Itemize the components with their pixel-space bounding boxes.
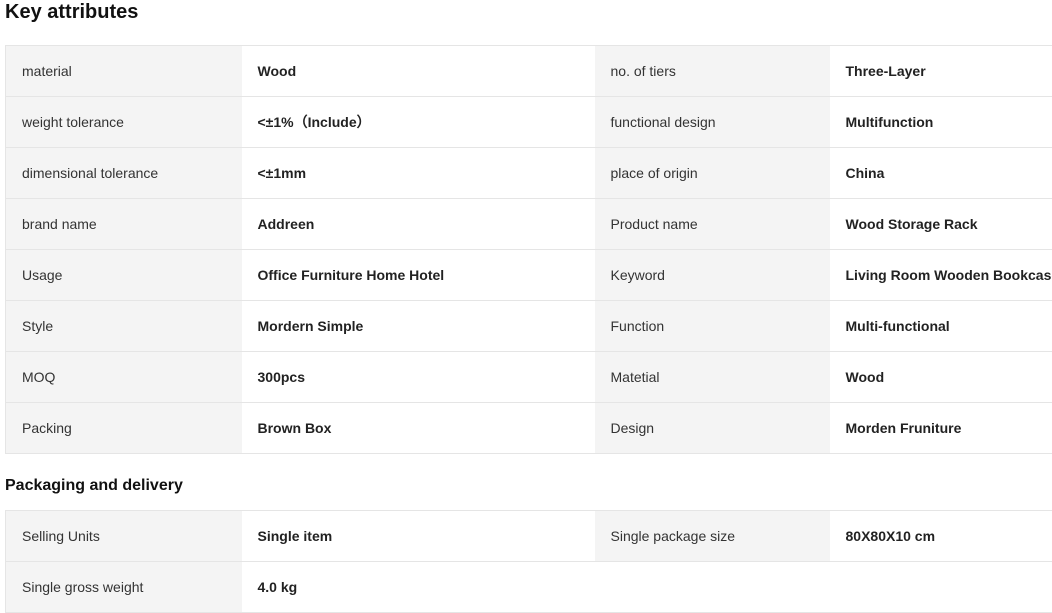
attribute-value: Wood (242, 46, 595, 97)
table-row: Style Mordern Simple Function Multi-func… (6, 301, 1052, 352)
attribute-label: Product name (595, 199, 830, 250)
table-row: Usage Office Furniture Home Hotel Keywor… (6, 250, 1052, 301)
attribute-value: Office Furniture Home Hotel (242, 250, 595, 301)
table-row: weight tolerance <±1%（Include） functiona… (6, 97, 1052, 148)
attribute-label: Design (595, 403, 830, 454)
table-row: Packing Brown Box Design Morden Frunitur… (6, 403, 1052, 454)
table-row: brand name Addreen Product name Wood Sto… (6, 199, 1052, 250)
attribute-label: Selling Units (6, 511, 242, 562)
attribute-label: no. of tiers (595, 46, 830, 97)
attribute-label: Style (6, 301, 242, 352)
attribute-value: <±1mm (242, 148, 595, 199)
attribute-value: China (830, 148, 1052, 199)
attribute-label: material (6, 46, 242, 97)
key-attributes-table: material Wood no. of tiers Three-Layer w… (5, 45, 1052, 454)
attribute-label: functional design (595, 97, 830, 148)
attribute-value: 4.0 kg (242, 562, 595, 613)
attribute-label: place of origin (595, 148, 830, 199)
attribute-label: Matetial (595, 352, 830, 403)
attribute-label: Usage (6, 250, 242, 301)
key-attributes-title: Key attributes (5, 0, 138, 24)
attribute-value: Living Room Wooden Bookcase (830, 250, 1052, 301)
attribute-value: Wood Storage Rack (830, 199, 1052, 250)
attribute-value: Multi-functional (830, 301, 1052, 352)
attribute-label: weight tolerance (6, 97, 242, 148)
attribute-label: Keyword (595, 250, 830, 301)
attribute-label: MOQ (6, 352, 242, 403)
attribute-label: brand name (6, 199, 242, 250)
attribute-value: 80X80X10 cm (830, 511, 1052, 562)
table-row: material Wood no. of tiers Three-Layer (6, 46, 1052, 97)
attribute-value: <±1%（Include） (242, 97, 595, 148)
attribute-value: Morden Fruniture (830, 403, 1052, 454)
attribute-label: Packing (6, 403, 242, 454)
attribute-value: Single item (242, 511, 595, 562)
attribute-value: Addreen (242, 199, 595, 250)
attribute-value: Mordern Simple (242, 301, 595, 352)
attribute-label: dimensional tolerance (6, 148, 242, 199)
attribute-value: 300pcs (242, 352, 595, 403)
table-row: dimensional tolerance <±1mm place of ori… (6, 148, 1052, 199)
attribute-value: Multifunction (830, 97, 1052, 148)
attribute-value: Wood (830, 352, 1052, 403)
attribute-value: Brown Box (242, 403, 595, 454)
attribute-value: Three-Layer (830, 46, 1052, 97)
empty-cell (830, 562, 1052, 613)
packaging-delivery-table: Selling Units Single item Single package… (5, 510, 1052, 613)
table-row: MOQ 300pcs Matetial Wood (6, 352, 1052, 403)
packaging-delivery-title: Packaging and delivery (5, 476, 183, 496)
table-row: Single gross weight 4.0 kg (6, 562, 1052, 613)
attribute-label: Single package size (595, 511, 830, 562)
table-row: Selling Units Single item Single package… (6, 511, 1052, 562)
attribute-label: Function (595, 301, 830, 352)
empty-cell (595, 562, 830, 613)
attribute-label: Single gross weight (6, 562, 242, 613)
